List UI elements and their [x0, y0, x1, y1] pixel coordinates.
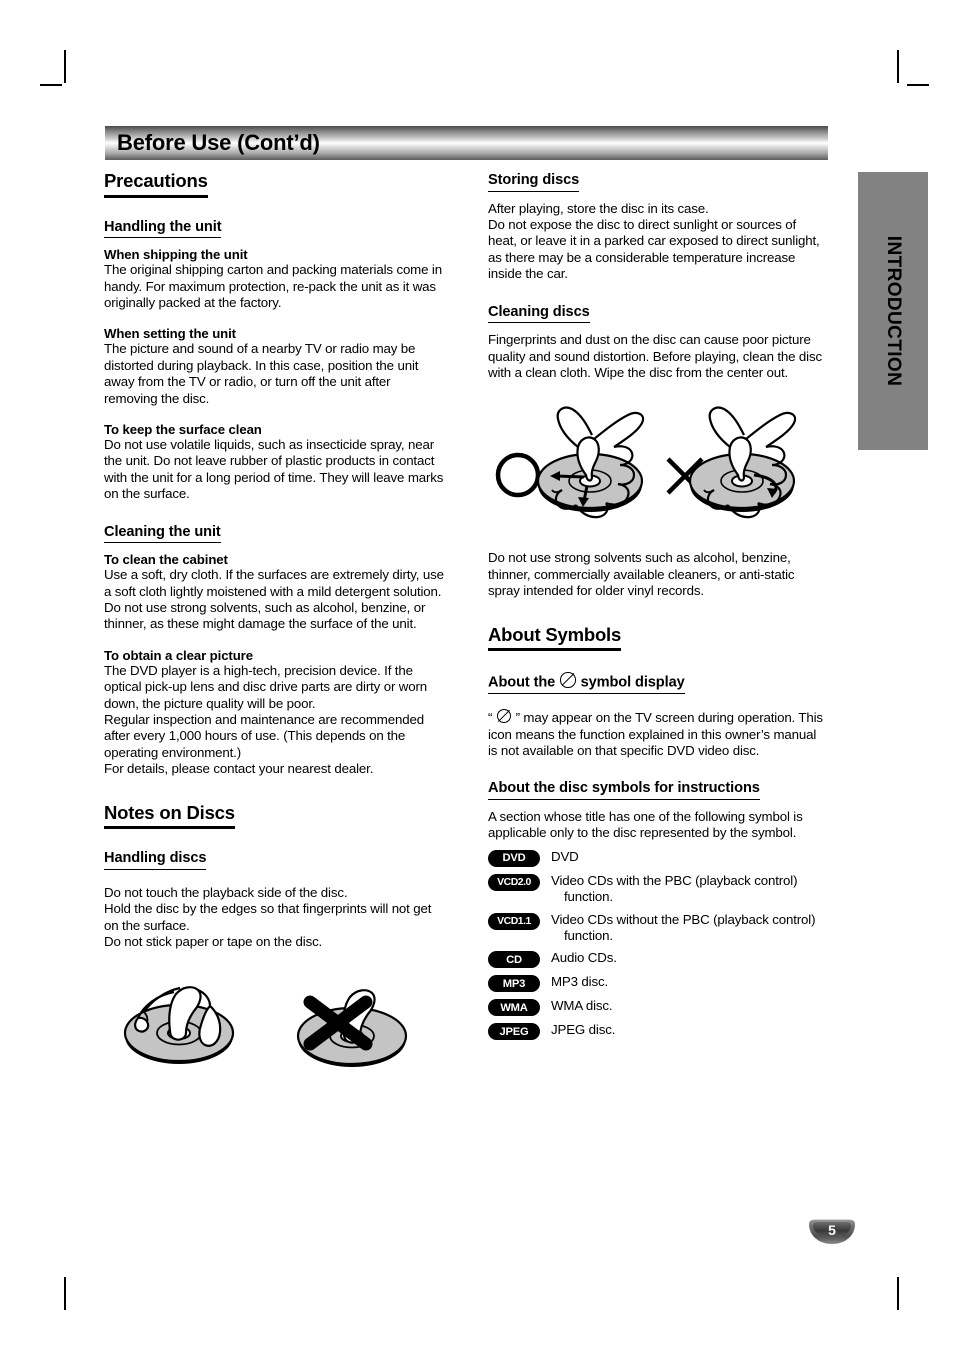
subsection-heading-handling-discs: Handling discs — [104, 851, 207, 870]
circle-ok-marker-icon — [495, 453, 541, 498]
disc-symbol-description: Video CDs with the PBC (playback control… — [551, 872, 798, 906]
disc-symbol-row: WMA WMA disc. — [488, 998, 828, 1017]
cleaning-unit-heading-wrap: Cleaning the unit — [104, 524, 444, 544]
storing-discs-heading-wrap: Storing discs — [488, 172, 828, 192]
disc-symbol-row: VCD1.1 Video CDs without the PBC (playbac… — [488, 912, 828, 945]
section-heading-precautions: Precautions — [104, 171, 208, 198]
symbol-display-heading-wrap: About the symbol display — [488, 672, 828, 695]
correct-disc-grip-icon — [123, 986, 235, 1065]
crop-mark-bottom-right-vertical — [897, 1277, 899, 1310]
lead-when-setting: When setting the unit — [104, 326, 236, 342]
disc-symbol-description-main: DVD — [551, 848, 579, 864]
disc-symbol-description: Audio CDs. — [551, 950, 617, 966]
body-handling-discs: Do not touch the playback side of the di… — [104, 884, 432, 949]
disc-symbol-description: WMA disc. — [551, 998, 613, 1014]
crop-mark-top-right-horizontal — [907, 84, 929, 86]
body-disc-symbols-intro: A section whose title has one of the fol… — [488, 809, 803, 841]
disc-symbol-description: Video CDs without the PBC (playback cont… — [551, 911, 816, 945]
crop-mark-top-left-horizontal — [40, 84, 62, 86]
left-column: Precautions Handling the unit When shipp… — [104, 171, 444, 1084]
disc-symbol-badge: CD — [488, 951, 540, 969]
lead-keep-surface-clean: To keep the surface clean — [104, 421, 262, 437]
disc-symbol-description-continuation: function. — [564, 889, 613, 905]
disc-symbol-badge: VCD1.1 — [488, 912, 540, 930]
notes-on-discs-heading-wrap: Notes on Discs — [104, 803, 444, 830]
lead-clean-cabinet: To clean the cabinet — [104, 552, 228, 568]
disc-symbol-badge: WMA — [488, 999, 540, 1017]
body-keep-surface-clean: Do not use volatile liquids, such as ins… — [104, 436, 444, 502]
precautions-heading-wrap: Precautions — [104, 171, 444, 198]
incorrect-disc-touch-icon — [296, 989, 408, 1068]
section-tab-introduction: INTRODUCTION — [858, 172, 928, 450]
incorrect-wipe-icon — [688, 406, 797, 519]
disc-symbol-badge: JPEG — [488, 1023, 540, 1041]
body-solvent-warning: Do not use strong solvents such as alcoh… — [488, 550, 795, 599]
disc-symbol-description-continuation: function. — [564, 928, 613, 944]
section-heading-notes-on-discs: Notes on Discs — [104, 803, 235, 830]
disc-symbol-list: DVD DVD VCD2.0 Video CDs with the PBC (play… — [488, 849, 828, 1041]
page-number-badge: 5 — [808, 1219, 856, 1245]
subsection-heading-storing-discs: Storing discs — [488, 173, 579, 192]
disc-symbol-description: JPEG disc. — [551, 1022, 615, 1038]
lead-obtain-clear-picture: To obtain a clear picture — [104, 647, 253, 663]
crop-mark-top-right-vertical — [897, 50, 899, 83]
disc-symbols-heading-wrap: About the disc symbols for instructions — [488, 780, 828, 800]
correct-wipe-icon — [536, 406, 645, 519]
page-header-bar: Before Use (Cont’d) — [105, 126, 828, 160]
handling-unit-heading-wrap: Handling the unit — [104, 219, 444, 239]
disc-symbol-description: MP3 disc. — [551, 974, 608, 990]
disc-symbol-badge: MP3 — [488, 975, 540, 993]
crop-mark-top-left-vertical — [64, 50, 66, 83]
body-when-shipping: The original shipping carton and packing… — [104, 262, 442, 310]
about-symbols-heading-wrap: About Symbols — [488, 625, 828, 652]
body-storing-discs: After playing, store the disc in its cas… — [488, 200, 820, 282]
page-title: Before Use (Cont’d) — [117, 130, 320, 155]
disc-handling-illustration — [104, 974, 444, 1084]
right-column: Storing discs After playing, store the d… — [488, 172, 828, 1046]
disc-symbol-description-main: Video CDs without the PBC (playback cont… — [551, 911, 816, 927]
disc-symbol-description-main: Video CDs with the PBC (playback control… — [551, 872, 798, 888]
prohibited-symbol-icon-inline — [496, 709, 512, 724]
disc-symbol-badge: DVD — [488, 849, 540, 867]
disc-symbol-description-main: Audio CDs. — [551, 950, 617, 966]
disc-symbol-row: VCD2.0 Video CDs with the PBC (playback c… — [488, 873, 828, 906]
body-when-setting: The picture and sound of a nearby TV or … — [104, 341, 419, 406]
section-heading-about-symbols: About Symbols — [488, 625, 621, 652]
disc-handling-svg — [123, 986, 408, 1068]
disc-symbol-row: DVD DVD — [488, 849, 828, 867]
disc-cleaning-svg — [495, 406, 797, 519]
disc-symbol-description: DVD — [551, 849, 579, 865]
disc-symbol-row: CD Audio CDs. — [488, 950, 828, 969]
subsection-heading-disc-symbols: About the disc symbols for instructions — [488, 781, 760, 800]
section-tab-label: INTRODUCTION — [883, 235, 904, 387]
lead-when-shipping: When shipping the unit — [104, 247, 248, 263]
body-cleaning-discs: Fingerprints and dust on the disc can ca… — [488, 332, 822, 381]
prohibited-symbol-icon — [560, 672, 576, 688]
subsection-heading-symbol-display: About the symbol display — [488, 672, 685, 695]
disc-cleaning-illustration — [488, 397, 828, 545]
disc-symbol-description-main: WMA disc. — [551, 998, 613, 1014]
subsection-heading-cleaning-the-unit: Cleaning the unit — [104, 524, 221, 544]
cleaning-discs-heading-wrap: Cleaning discs — [488, 304, 828, 324]
symbol-display-quote-open: “ — [488, 710, 493, 726]
subsection-heading-handling-the-unit: Handling the unit — [104, 219, 222, 239]
disc-symbol-row: MP3 MP3 disc. — [488, 974, 828, 993]
body-clean-cabinet: Use a soft, dry cloth. If the surfaces a… — [104, 567, 444, 632]
symbol-display-heading-after: symbol display — [580, 674, 685, 691]
disc-symbol-row: JPEG JPEG disc. — [488, 1022, 828, 1041]
symbol-display-heading-before: About the — [488, 674, 556, 691]
crop-mark-bottom-left-vertical — [64, 1277, 66, 1310]
body-symbol-display: “ ” may appear on the TV screen during o… — [488, 709, 828, 759]
disc-symbol-description-main: MP3 disc. — [551, 974, 609, 990]
subsection-heading-cleaning-discs: Cleaning discs — [488, 304, 590, 324]
disc-symbol-badge: VCD2.0 — [488, 873, 540, 891]
page-number: 5 — [828, 1222, 836, 1238]
symbol-display-text: ” may appear on the TV screen during ope… — [488, 710, 823, 758]
handling-discs-heading-wrap: Handling discs — [104, 850, 444, 870]
document-page: Before Use (Cont’d) INTRODUCTION Precaut… — [0, 0, 954, 1351]
disc-symbol-description-main: JPEG disc. — [551, 1022, 616, 1038]
body-obtain-clear-picture: The DVD player is a high-tech, precision… — [104, 662, 427, 777]
